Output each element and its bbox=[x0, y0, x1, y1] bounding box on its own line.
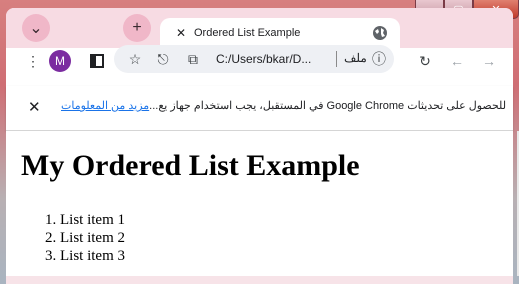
ordered-list: List item 1 List item 2 List item 3 bbox=[20, 211, 125, 265]
reload-icon[interactable]: ↻ bbox=[414, 50, 436, 72]
kebab-menu-icon[interactable]: ⋮ bbox=[22, 50, 44, 72]
tab-search-button[interactable]: ⌄ bbox=[22, 14, 50, 42]
close-icon[interactable]: ✕ bbox=[28, 98, 41, 116]
list-item: List item 2 bbox=[60, 229, 125, 247]
tab-strip: ⌄ + ✕ Ordered List Example bbox=[6, 8, 513, 48]
install-icon[interactable]: ⧉ bbox=[182, 48, 204, 70]
plus-icon: + bbox=[132, 19, 142, 36]
address-bar[interactable]: ☆ ⎋ ⧉ C:/Users/bkar/D... ملف ⓘ bbox=[114, 45, 394, 73]
update-infobar: ✕ للحصول على تحديثات Google Chrome في ال… bbox=[6, 86, 513, 131]
sidebar-icon[interactable] bbox=[86, 50, 108, 72]
learn-more-link[interactable]: مزيد من المعلومات bbox=[61, 100, 149, 112]
list-item: List item 1 bbox=[60, 211, 125, 229]
page-heading: My Ordered List Example bbox=[21, 149, 360, 182]
info-icon[interactable]: ⓘ bbox=[368, 48, 390, 70]
window-frame: ▁ ▢ ✕ ⌄ + ✕ Ordered List Example ⋮ M bbox=[0, 0, 519, 284]
omnibox-divider bbox=[336, 51, 337, 67]
file-label: ملف bbox=[344, 51, 367, 65]
arrow-right-icon[interactable]: → bbox=[478, 50, 500, 72]
tab-title: Ordered List Example bbox=[194, 27, 301, 39]
page-content: My Ordered List Example List item 1 List… bbox=[6, 131, 513, 276]
new-tab-button[interactable]: + bbox=[123, 14, 151, 42]
arrow-left-icon[interactable]: ← bbox=[446, 50, 468, 72]
share-icon[interactable]: ⎋ bbox=[152, 48, 174, 70]
star-icon[interactable]: ☆ bbox=[124, 48, 146, 70]
avatar[interactable]: M bbox=[49, 50, 71, 72]
chevron-down-icon: ⌄ bbox=[29, 20, 43, 37]
url-text: C:/Users/bkar/D... bbox=[216, 52, 312, 66]
infobar-message: للحصول على تحديثات Google Chrome في المس… bbox=[61, 99, 506, 112]
infobar-text: للحصول على تحديثات Google Chrome في المس… bbox=[149, 100, 507, 112]
list-item: List item 3 bbox=[60, 247, 125, 265]
tab-ordered-list[interactable]: ✕ Ordered List Example bbox=[160, 18, 400, 48]
close-icon[interactable]: ✕ bbox=[174, 26, 188, 40]
globe-icon bbox=[373, 26, 387, 40]
